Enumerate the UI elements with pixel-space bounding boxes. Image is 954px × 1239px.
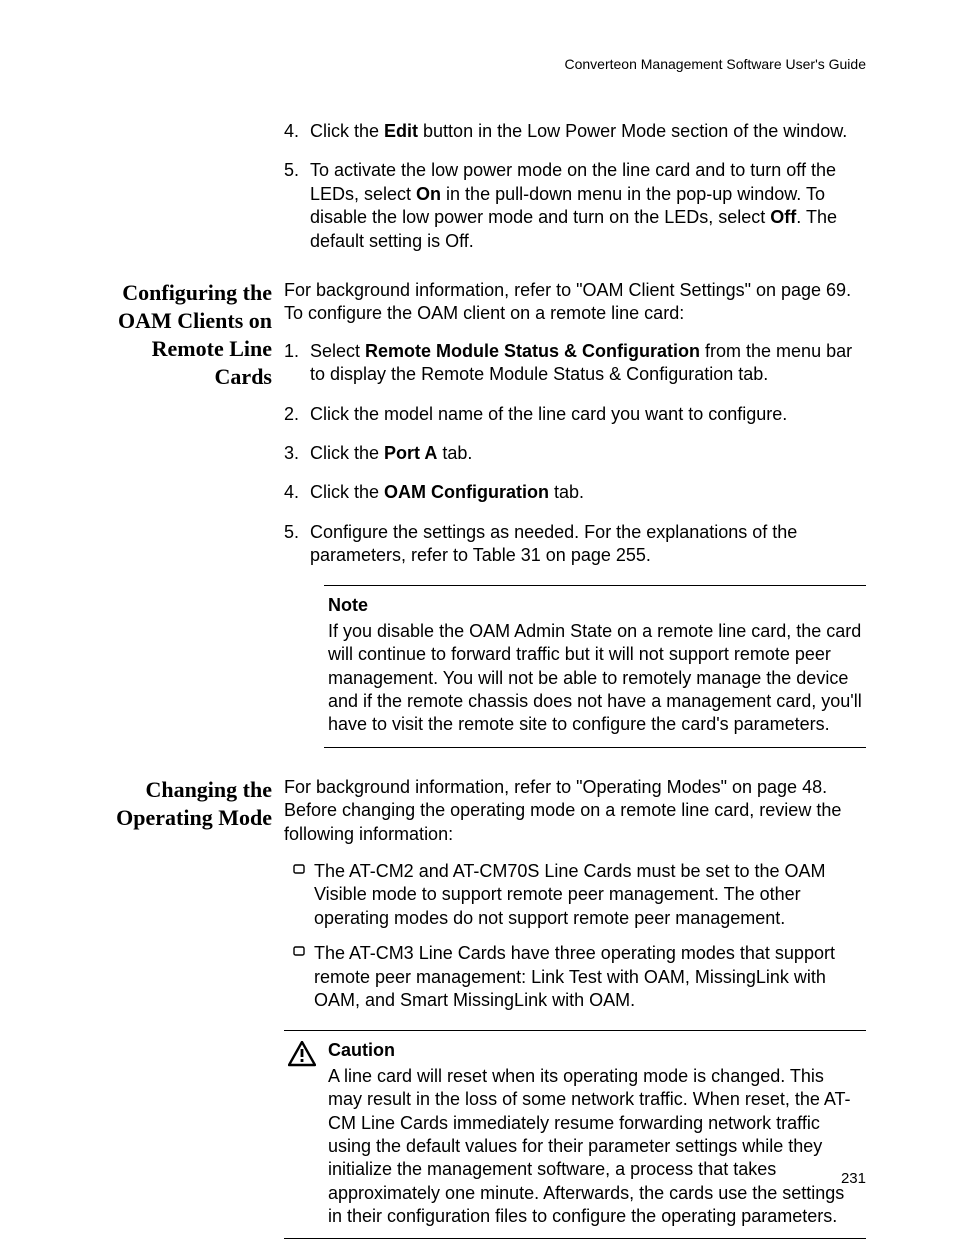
top-steps-row: 4. Click the Edit button in the Low Powe… (88, 120, 866, 269)
opmode-body: For background information, refer to "Op… (284, 776, 866, 1239)
oam-step-3: 3. Click the Port A tab. (284, 442, 866, 465)
step-num: 5. (284, 159, 310, 182)
txt: button in the Low Power Mode section of … (418, 121, 847, 141)
step-4: 4. Click the Edit button in the Low Powe… (284, 120, 866, 143)
bullet-item: The AT-CM3 Line Cards have three operati… (284, 942, 866, 1012)
oam-section-row: Configuring the OAM Clients on Remote Li… (88, 279, 866, 776)
note-body: If you disable the OAM Admin State on a … (328, 620, 862, 737)
top-steps: 4. Click the Edit button in the Low Powe… (284, 120, 866, 269)
heading-line: Remote Line (88, 335, 272, 363)
bullet-icon (284, 942, 314, 957)
step-body: Click the OAM Configuration tab. (310, 481, 866, 504)
caution-icon-cell (288, 1039, 328, 1228)
bullet-list: The AT-CM2 and AT-CM70S Line Cards must … (284, 860, 866, 1012)
heading-line: OAM Clients on (88, 307, 272, 335)
oam-step-1: 1. Select Remote Module Status & Configu… (284, 340, 866, 387)
bullet-text: The AT-CM2 and AT-CM70S Line Cards must … (314, 860, 866, 930)
heading-line: Operating Mode (88, 804, 272, 832)
heading-line: Cards (88, 363, 272, 391)
caution-title: Caution (328, 1039, 862, 1062)
step-num: 1. (284, 340, 310, 363)
oam-step-5: 5. Configure the settings as needed. For… (284, 521, 866, 568)
page: Converteon Management Software User's Gu… (0, 0, 954, 1235)
step-5: 5. To activate the low power mode on the… (284, 159, 866, 253)
caution-box: Caution A line card will reset when its … (284, 1030, 866, 1239)
step-num: 5. (284, 521, 310, 544)
step-body: Configure the settings as needed. For th… (310, 521, 866, 568)
oam-step-4: 4. Click the OAM Configuration tab. (284, 481, 866, 504)
txt-bold: On (416, 184, 441, 204)
step-num: 4. (284, 120, 310, 143)
heading-line: Configuring the (88, 279, 272, 307)
opmode-intro: For background information, refer to "Op… (284, 776, 866, 846)
step-body: Click the Port A tab. (310, 442, 866, 465)
txt-bold: Edit (384, 121, 418, 141)
oam-step-2: 2. Click the model name of the line card… (284, 403, 866, 426)
caution-body: Caution A line card will reset when its … (328, 1039, 862, 1228)
step-body: Select Remote Module Status & Configurat… (310, 340, 866, 387)
caution-text: A line card will reset when its operatin… (328, 1065, 862, 1229)
txt-bold: Remote Module Status & Configuration (365, 341, 700, 361)
caution-icon (288, 1041, 316, 1073)
step-body: Click the model name of the line card yo… (310, 403, 866, 426)
txt: Click the (310, 121, 384, 141)
running-header: Converteon Management Software User's Gu… (88, 56, 866, 72)
opmode-section-row: Changing the Operating Mode For backgrou… (88, 776, 866, 1239)
txt-bold: OAM Configuration (384, 482, 549, 502)
note-title: Note (328, 594, 862, 617)
oam-intro: For background information, refer to "OA… (284, 279, 866, 326)
note-box: Note If you disable the OAM Admin State … (324, 585, 866, 747)
txt: Select (310, 341, 365, 361)
txt-bold: Port A (384, 443, 437, 463)
step-num: 4. (284, 481, 310, 504)
step-body: To activate the low power mode on the li… (310, 159, 866, 253)
txt: Click the (310, 443, 384, 463)
bullet-icon (284, 860, 314, 875)
opmode-heading: Changing the Operating Mode (88, 776, 284, 832)
txt: Click the (310, 482, 384, 502)
step-num: 2. (284, 403, 310, 426)
oam-body: For background information, refer to "OA… (284, 279, 866, 776)
txt-bold2: Off (770, 207, 796, 227)
bullet-item: The AT-CM2 and AT-CM70S Line Cards must … (284, 860, 866, 930)
step-body: Click the Edit button in the Low Power M… (310, 120, 866, 143)
txt: tab. (549, 482, 584, 502)
page-number: 231 (841, 1170, 866, 1187)
txt: tab. (437, 443, 472, 463)
bullet-text: The AT-CM3 Line Cards have three operati… (314, 942, 866, 1012)
step-num: 3. (284, 442, 310, 465)
heading-line: Changing the (88, 776, 272, 804)
oam-heading: Configuring the OAM Clients on Remote Li… (88, 279, 284, 392)
